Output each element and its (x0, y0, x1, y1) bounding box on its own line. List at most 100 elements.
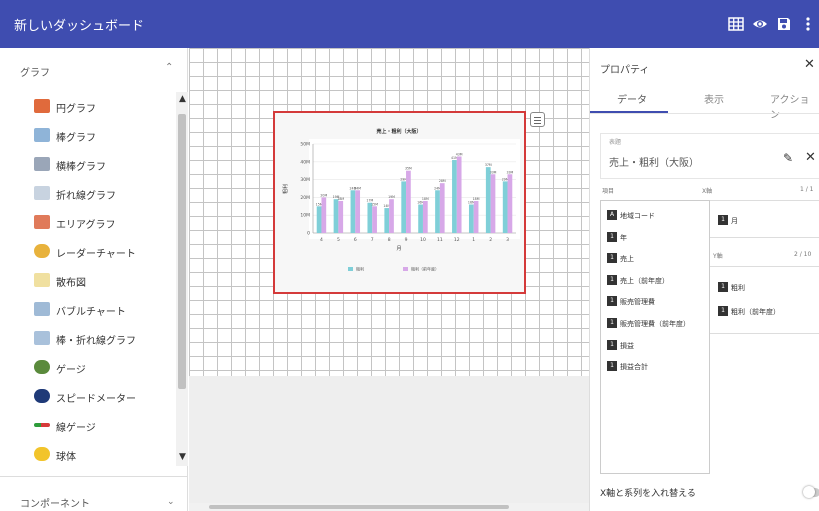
chevron-up-icon[interactable]: ⌃ (165, 62, 173, 73)
chart-type-item[interactable]: 円グラフ (34, 97, 174, 117)
tab-action[interactable]: アクション (770, 91, 819, 121)
data-label: 33M (490, 170, 497, 174)
scatter-chart-icon (34, 273, 50, 287)
number-type-icon: 1 (607, 318, 617, 328)
chart-type-label: 線ゲージ (56, 423, 96, 434)
chart-title-value[interactable]: 売上・粗利（大阪） (609, 154, 699, 169)
field-item[interactable]: 1 売上 (607, 252, 711, 266)
number-type-icon: 1 (607, 253, 617, 264)
data-label: 15M (371, 202, 378, 206)
divider (590, 113, 819, 114)
field-item[interactable]: 1 損益合計 (607, 360, 711, 374)
bar (485, 167, 491, 233)
y-axis-label: Y軸 (713, 253, 723, 260)
chart-widget[interactable]: 売上・粗利（大阪） 0 10M 20M 30M 40M 50M 粗利月 15M 20M 4 19M 18… (273, 111, 526, 294)
bar (456, 156, 462, 233)
chart-type-label: レーダーチャート (56, 249, 136, 260)
chart-type-item[interactable]: 棒・折れ線グラフ (34, 329, 174, 349)
swap-axis-label: X軸と系列を入れ替える (600, 489, 696, 499)
y-axis-drop-zone[interactable]: 1 粗利 1 粗利（前年度） (710, 266, 819, 334)
clear-icon[interactable]: ✕ (805, 150, 816, 165)
field-item[interactable]: 1 損益 (607, 339, 711, 353)
more-vert-icon[interactable] (800, 16, 816, 32)
scrollbar-thumb[interactable] (209, 505, 509, 509)
chart-list-scrollbar[interactable] (176, 92, 188, 466)
field-label: 地域コード (620, 212, 655, 220)
bar (435, 190, 440, 233)
bar (507, 174, 513, 233)
chart-type-item[interactable]: 折れ線グラフ (34, 184, 174, 204)
properties-panel: プロパティ ✕ データ 表示 アクション 表題 売上・粗利（大阪） ✎ ✕ 項目… (589, 48, 819, 511)
chart-type-label: 横棒グラフ (56, 162, 106, 173)
chart-type-label: 円グラフ (56, 104, 96, 115)
chart-type-item[interactable]: スピードメーター (34, 387, 174, 407)
x-tick-label: 12 (454, 237, 460, 243)
x-tick-label: 7 (371, 237, 374, 243)
sphere-icon (34, 447, 50, 461)
bar (350, 190, 356, 233)
chart-type-item[interactable]: 散布図 (34, 271, 174, 291)
field-label: 売上（前年度） (620, 276, 669, 285)
bar (367, 202, 373, 233)
chart-type-item[interactable]: 線ゲージ (34, 416, 174, 436)
x-axis-field[interactable]: 1月 (718, 214, 818, 228)
data-label: 35M (405, 167, 412, 171)
y-axis-field[interactable]: 1 粗利（前年度） (718, 305, 818, 319)
chart-type-label: 球体 (56, 452, 76, 463)
bubble-chart-icon (34, 302, 50, 316)
y-tick-label: 20M (300, 195, 310, 201)
x-axis-title: 月 (396, 246, 401, 252)
bar (338, 200, 344, 233)
speedometer-icon (34, 389, 50, 403)
tab-display[interactable]: 表示 (704, 91, 724, 106)
chart-type-label: ゲージ (56, 365, 86, 376)
x-axis-count: 1 / 1 (800, 186, 814, 193)
chart-type-list: 円グラフ棒グラフ横棒グラフ折れ線グラフエリアグラフレーダーチャート散布図バブルチ… (0, 92, 176, 464)
field-item[interactable]: 1 販売管理費（前年度） (607, 317, 711, 331)
field-item[interactable]: 1 販売管理費 (607, 295, 711, 309)
chart-type-item[interactable]: バブルチャート (34, 300, 174, 320)
x-tick-label: 8 (388, 237, 391, 243)
area-chart-icon (34, 215, 50, 229)
chart-type-label: エリアグラフ (56, 220, 116, 231)
x-tick-label: 4 (320, 237, 323, 243)
widget-menu-icon[interactable] (530, 112, 545, 127)
grid-icon[interactable] (728, 16, 744, 32)
legend-label: 粗利 (356, 266, 364, 272)
save-icon[interactable] (776, 16, 792, 32)
number-type-icon: 1 (718, 282, 728, 292)
dashboard-title: 新しいダッシュボード (14, 19, 145, 34)
component-section-label[interactable]: コンポーネント (20, 495, 90, 510)
scroll-down-arrow-icon[interactable]: ▼ (179, 452, 186, 462)
canvas-horizontal-scrollbar[interactable] (189, 503, 589, 511)
y-tick-label: 10M (300, 213, 310, 219)
x-tick-label: 1 (472, 237, 475, 243)
chevron-down-icon[interactable]: ⌄ (167, 497, 175, 507)
bar (502, 181, 508, 233)
y-tick-label: 0 (307, 231, 310, 237)
chart-type-item[interactable]: 球体 (34, 445, 174, 464)
field-item[interactable]: 1 売上（前年度） (607, 274, 711, 288)
chart-type-item[interactable]: 横棒グラフ (34, 155, 174, 175)
chart-type-item[interactable]: エリアグラフ (34, 213, 174, 233)
field-item[interactable]: 1年 (607, 231, 711, 245)
graph-section-header[interactable]: グラフ ⌃ (0, 60, 188, 82)
chart-type-item[interactable]: ゲージ (34, 358, 174, 378)
close-icon[interactable]: ✕ (804, 57, 815, 72)
y-axis-field[interactable]: 1 粗利 (718, 281, 818, 295)
chart-title-field[interactable]: 表題 売上・粗利（大阪） ✎ ✕ (600, 133, 819, 179)
tab-data[interactable]: データ (617, 91, 647, 106)
field-item[interactable]: A 地域コード (607, 209, 711, 223)
x-axis-drop-zone[interactable]: 1月 (710, 200, 819, 238)
chart-type-item[interactable]: レーダーチャート (34, 242, 174, 262)
pie-chart-icon (34, 99, 50, 113)
scrollbar-thumb[interactable] (178, 114, 186, 389)
edit-pencil-icon[interactable]: ✎ (783, 151, 793, 165)
chart-type-item[interactable]: 棒グラフ (34, 126, 174, 146)
legend-swatch (348, 267, 353, 271)
scroll-up-arrow-icon[interactable]: ▲ (179, 94, 186, 104)
data-label: 28M (439, 179, 446, 183)
bar-line-chart-icon (34, 331, 50, 345)
swap-axis-toggle[interactable] (803, 486, 819, 498)
eye-icon[interactable] (752, 16, 768, 32)
